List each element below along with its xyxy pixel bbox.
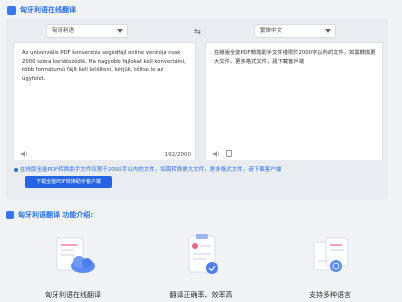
notice-panel: 在线版全能PDF转换助手文件仅限于2000字以内的文件，如需转换更大文件，更多格… [6,160,388,200]
source-text[interactable]: Az univerzális PDF konverziós segédfájl … [22,49,186,83]
feature-label: 支持多种语言 [309,291,351,299]
feature-accuracy: 翻译正确率、效率高 [156,232,246,299]
multi-language-icon [313,237,349,272]
page-header: 匈牙利语在线翻译 [7,4,76,16]
copy-icon[interactable] [226,150,232,157]
target-language-value: 繁体中文 [260,28,283,34]
translated-text: 在線版全能PDF轉換助手文件僅限於2000字以內的文件，如需轉換更大文件，更多格… [214,50,376,65]
feature-multi-language: 支持多种语言 [285,232,375,299]
feature-label: 匈牙利语在线翻译 [45,291,101,299]
swap-languages-icon[interactable]: ⇆ [194,27,201,36]
features-title: 匈牙利语翻译 功能介绍: [18,211,94,219]
translate-logo-icon [7,5,16,15]
bullet-icon [14,168,18,172]
char-count: 192/2000 [164,152,191,158]
source-language-value: 匈牙利语 [52,28,75,34]
page-title: 匈牙利语在线翻译 [20,6,76,14]
target-text-area: 在線版全能PDF轉換助手文件僅限於2000字以內的文件，如需轉換更大文件，更多格… [205,42,383,163]
chevron-down-icon [325,29,331,33]
feature-online-translate: 匈牙利语在线翻译 [28,232,118,299]
translate-page: 匈牙利语在线翻译 匈牙利语 ⇆ 繁体中文 Az univerzális PDF … [0,0,402,302]
cloud-document-icon [56,237,95,273]
source-language-select[interactable]: 匈牙利语 [46,24,128,38]
notice-message: 在线版全能PDF转换助手文件仅限于2000字以内的文件，如需转换更大文件，更多格… [20,167,282,173]
download-client-button[interactable]: 下载全能PDF转换助手客户端 [25,176,112,188]
source-text-area[interactable]: Az univerzális PDF konverziós segédfájl … [13,42,196,163]
feature-list-icon [6,211,14,219]
clipboard-check-icon [188,234,218,274]
target-language-select[interactable]: 繁体中文 [254,24,336,38]
speaker-icon[interactable] [21,151,28,157]
translator-panel: 匈牙利语 ⇆ 繁体中文 Az univerzális PDF konverzió… [6,18,388,176]
feature-label: 翻译正确率、效率高 [169,291,233,299]
speaker-icon[interactable] [213,151,220,157]
chevron-down-icon [117,29,123,33]
features-heading: 匈牙利语翻译 功能介绍: [6,210,93,220]
